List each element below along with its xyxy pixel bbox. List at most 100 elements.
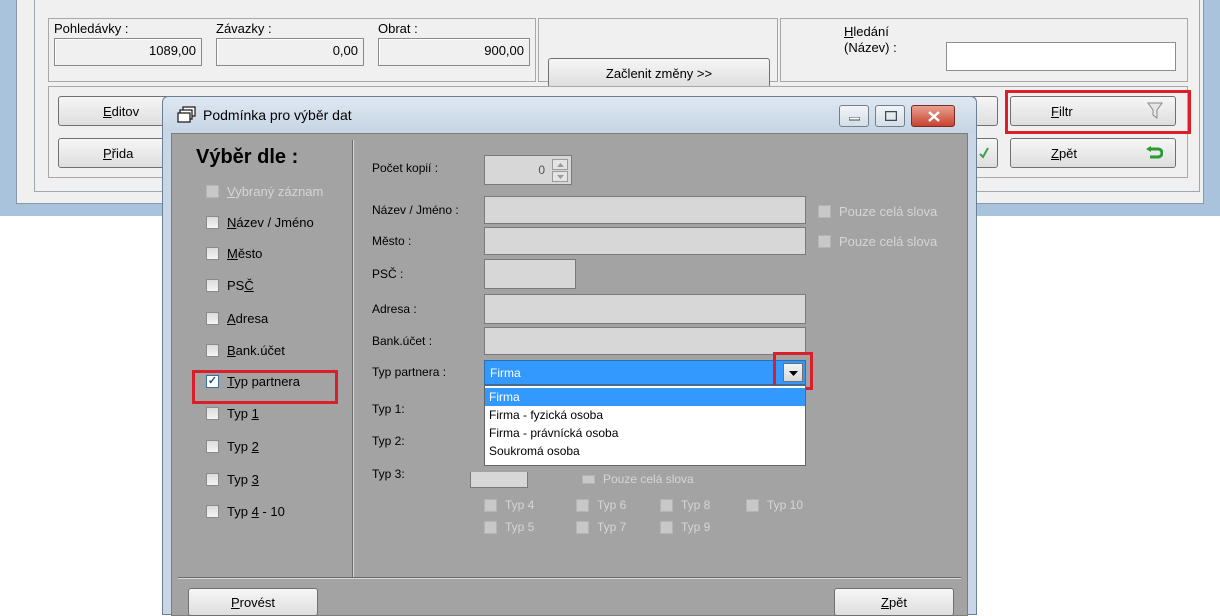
criteria-checkbox[interactable]: Bank.účet xyxy=(206,343,285,358)
pohledavky-label: Pohledávky : xyxy=(54,21,129,36)
typ3-whole-words-checkbox[interactable]: Pouze celá slova xyxy=(582,474,694,484)
typ-4-10-grid: Typ 4 Typ 6 Typ 8 Typ 10 Typ 5 Typ 7 Typ 9 xyxy=(484,498,814,542)
typ-partnera-dropdown-list: Firma Firma - fyzická osoba Firma - právní… xyxy=(484,385,806,466)
zpet-label: Zpět xyxy=(1051,145,1078,161)
typ-partnera-selected-value: Firma xyxy=(490,366,521,380)
dropdown-option[interactable]: Firma xyxy=(485,388,805,406)
checkbox-box xyxy=(746,498,759,512)
typ1-label: Typ 1: xyxy=(372,402,405,416)
checkbox-box xyxy=(206,247,219,260)
nazev-whole-words-checkbox[interactable]: Pouze celá slova xyxy=(818,204,937,219)
checkbox-box xyxy=(206,279,219,292)
criteria-checkbox[interactable]: Město xyxy=(206,246,262,261)
dialog-client-area: Výběr dle : Vybraný záznam Název / Jméno M… xyxy=(171,133,968,616)
adresa-input[interactable] xyxy=(484,294,806,324)
checkbox-box xyxy=(206,407,219,420)
typ-grid-checkbox[interactable]: Typ 4 xyxy=(484,498,534,512)
typ-grid-label: Typ 10 xyxy=(767,498,804,512)
zavazky-label: Závazky : xyxy=(216,21,272,36)
pocet-kopii-spinner[interactable]: 0 xyxy=(484,155,572,185)
mesto-label: Město : xyxy=(372,234,412,248)
checkbox-box xyxy=(484,520,497,534)
zpet-button[interactable]: Zpět xyxy=(1010,138,1176,168)
checkbox-box xyxy=(576,498,589,512)
typ-grid-checkbox[interactable]: Typ 5 xyxy=(484,520,534,534)
provest-label: Provést xyxy=(230,594,276,610)
checkbox-box xyxy=(818,205,831,218)
criteria-checkbox[interactable]: Typ 1 xyxy=(206,406,259,421)
typ-grid-checkbox[interactable]: Typ 10 xyxy=(746,498,803,512)
provest-button[interactable]: Provést xyxy=(188,588,318,616)
criteria-checkbox-label: Typ 3 xyxy=(227,472,259,487)
chevron-up-icon xyxy=(557,163,564,167)
dialog-titlebar[interactable]: Podmínka pro výběr dat xyxy=(163,97,976,133)
adresa-label: Adresa : xyxy=(372,302,417,316)
criteria-checkbox-label: Vybraný záznam xyxy=(227,184,324,199)
criteria-checkbox[interactable]: Typ 2 xyxy=(206,439,259,454)
check-icon xyxy=(979,147,989,159)
criteria-checkbox-label: Typ 1 xyxy=(227,406,259,421)
minimize-icon xyxy=(849,117,860,121)
obrat-value: 900,00 xyxy=(378,38,530,66)
search-input[interactable] xyxy=(946,42,1176,71)
mesto-whole-words-checkbox[interactable]: Pouze celá slova xyxy=(818,234,937,249)
checkbox-box xyxy=(206,473,219,486)
zaclenit-zmeny-button[interactable]: Začlenit změny >> xyxy=(548,58,770,88)
psc-label: PSČ : xyxy=(372,267,404,281)
dialog-title: Podmínka pro výběr dat xyxy=(203,107,352,123)
typ3-label: Typ 3: xyxy=(372,467,405,481)
zaclenit-zmeny-label: Začlenit změny >> xyxy=(605,65,713,81)
typ-grid-label: Typ 7 xyxy=(597,520,627,534)
criteria-checkbox[interactable]: Název / Jméno xyxy=(206,215,314,230)
maximize-button[interactable] xyxy=(875,105,905,127)
dialog-zpet-button[interactable]: Zpět xyxy=(834,588,954,616)
typ-partnera-select[interactable]: Firma xyxy=(484,360,806,385)
criteria-checkbox-label: Typ 4 - 10 xyxy=(227,504,285,519)
criteria-checkbox-label: Město xyxy=(227,246,263,261)
criteria-checkbox[interactable]: PSČ xyxy=(206,278,254,293)
dropdown-option[interactable]: Firma - fyzická osoba xyxy=(485,406,805,424)
dropdown-option[interactable]: Firma - právnícká osoba xyxy=(485,424,805,442)
nazev-input[interactable] xyxy=(484,196,806,224)
criteria-checkbox-label: Adresa xyxy=(227,311,269,326)
close-button[interactable] xyxy=(911,105,955,127)
criteria-checkbox-label: PSČ xyxy=(227,278,254,293)
maximize-icon xyxy=(885,111,897,121)
typ-partnera-highlight-box xyxy=(192,370,338,404)
close-icon xyxy=(928,111,940,122)
dialog-app-icon xyxy=(177,106,196,123)
criteria-checkbox[interactable]: Typ 4 - 10 xyxy=(206,504,285,519)
typ-grid-checkbox[interactable]: Typ 7 xyxy=(576,520,626,534)
typ2-label: Typ 2: xyxy=(372,434,405,448)
typ-grid-checkbox[interactable]: Typ 6 xyxy=(576,498,626,512)
bank-ucet-input[interactable] xyxy=(484,327,806,355)
spinner-down-button[interactable] xyxy=(552,171,568,182)
pohledavky-value: 1089,00 xyxy=(54,38,202,66)
dropdown-option[interactable]: Soukromá osoba xyxy=(485,442,805,460)
criteria-checkbox[interactable]: Typ 3 xyxy=(206,472,259,487)
spinner-up-button[interactable] xyxy=(552,159,568,170)
mesto-input[interactable] xyxy=(484,227,806,255)
psc-input[interactable] xyxy=(484,259,576,289)
checkbox-box xyxy=(206,312,219,325)
typ3-input[interactable] xyxy=(470,472,528,488)
minimize-button[interactable] xyxy=(839,105,869,127)
typ-grid-checkbox[interactable]: Typ 8 xyxy=(660,498,710,512)
criteria-checkbox[interactable]: Adresa xyxy=(206,311,268,326)
checkbox-box xyxy=(660,520,673,534)
typ-grid-checkbox[interactable]: Typ 9 xyxy=(660,520,710,534)
checkbox-box xyxy=(206,505,219,518)
chevron-down-icon xyxy=(557,175,564,179)
criteria-checkbox-label: Bank.účet xyxy=(227,343,285,358)
checkbox-box xyxy=(206,185,219,198)
checkbox-box xyxy=(206,216,219,229)
nazev-label: Název / Jméno : xyxy=(372,203,459,217)
checkbox-box xyxy=(582,475,595,484)
typ-grid-label: Typ 6 xyxy=(597,498,627,512)
checkbox-box xyxy=(206,440,219,453)
criteria-checkbox[interactable]: Vybraný záznam xyxy=(206,184,323,199)
checkbox-box xyxy=(484,498,497,512)
pocet-kopii-label: Počet kopií : xyxy=(372,161,439,175)
typ-grid-label: Typ 4 xyxy=(505,498,535,512)
checkbox-box xyxy=(660,498,673,512)
